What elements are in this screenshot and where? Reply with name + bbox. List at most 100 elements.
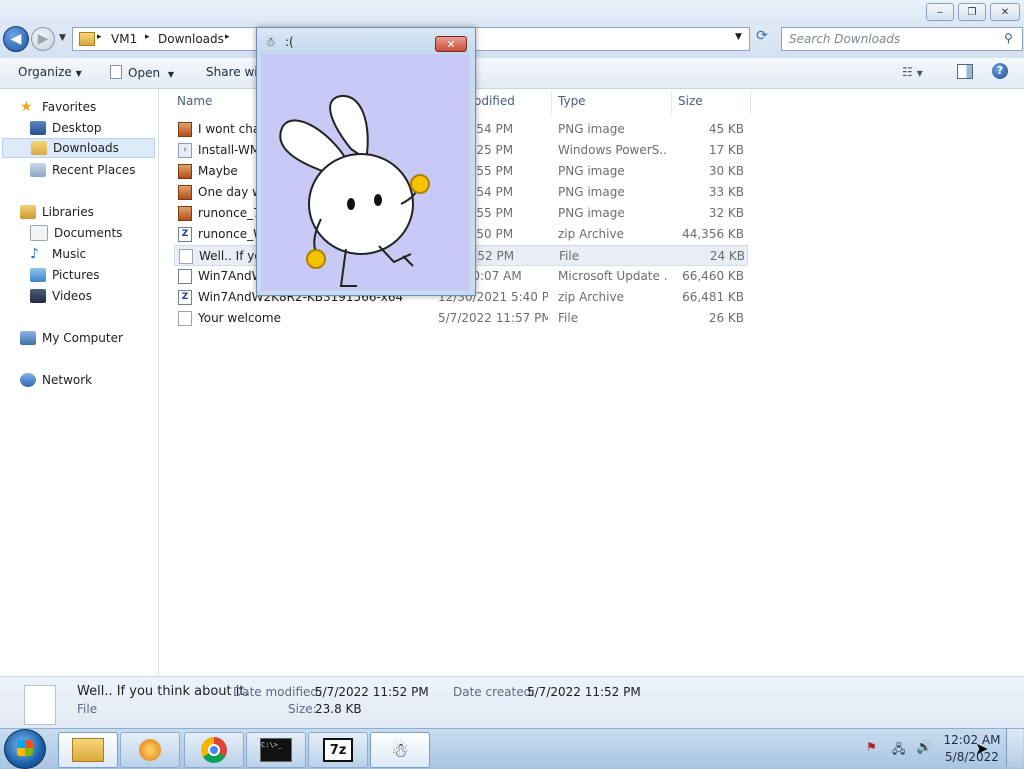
volume-icon[interactable]: 🔊 <box>916 740 932 755</box>
view-options-icon[interactable]: ☷ ▼ <box>902 65 923 79</box>
address-dropdown-icon[interactable]: ▼ <box>735 32 742 42</box>
taskbar-bunny-app[interactable]: ☃ <box>370 732 430 768</box>
show-desktop-button[interactable] <box>1006 729 1023 767</box>
documents-icon <box>30 225 48 241</box>
taskbar-chrome[interactable] <box>184 732 244 768</box>
help-icon[interactable]: ? <box>992 63 1008 79</box>
file-size: 26 KB <box>708 311 744 325</box>
clock-time[interactable]: 12:02 AM <box>943 733 1001 747</box>
file-type: File <box>558 311 579 325</box>
png-icon <box>178 206 192 221</box>
taskbar-explorer[interactable] <box>58 732 118 768</box>
computer-icon <box>20 331 36 345</box>
column-divider[interactable] <box>750 90 751 114</box>
nav-libraries[interactable]: Libraries <box>20 202 94 222</box>
bunny-taskbar-icon: ☃ <box>391 738 409 762</box>
close-button[interactable]: ✕ <box>990 3 1020 21</box>
maximize-button[interactable]: ❐ <box>958 3 986 21</box>
recent-places-icon <box>30 163 46 177</box>
details-pane: Well.. If you think about it. File Date … <box>0 676 1024 729</box>
file-type: Windows PowerS... <box>558 143 668 157</box>
file-icon <box>178 311 192 326</box>
nav-videos[interactable]: Videos <box>30 286 92 306</box>
details-date-created: 5/7/2022 11:52 PM <box>527 685 641 699</box>
nav-recent-places[interactable]: Recent Places <box>30 160 135 180</box>
nav-network[interactable]: Network <box>20 370 92 390</box>
popup-title: :( <box>285 35 294 49</box>
bunny-image <box>279 94 430 287</box>
organize-button[interactable]: Organize ▼ <box>18 65 82 79</box>
mouse-cursor-icon: ➤ <box>975 739 989 758</box>
search-input[interactable]: Search Downloads ⚲ <box>781 27 1023 51</box>
file-type: zip Archive <box>558 227 624 241</box>
breadcrumb-separator-icon: ▸ <box>97 32 102 42</box>
png-icon <box>178 122 192 137</box>
file-size: 32 KB <box>708 206 744 220</box>
videos-icon <box>30 289 46 303</box>
file-size: 33 KB <box>708 185 744 199</box>
breadcrumb-vm1[interactable]: VM1 <box>111 32 137 46</box>
clock-date[interactable]: 5/8/2022 <box>943 750 1001 764</box>
file-type: PNG image <box>558 206 625 220</box>
forward-button[interactable]: ▶ <box>31 27 55 51</box>
explorer-folder-icon <box>72 738 104 762</box>
details-date-modified-label: Date modified: <box>233 685 323 699</box>
zip-icon: Z <box>178 290 192 305</box>
column-divider[interactable] <box>671 90 672 114</box>
window-titlebar <box>0 0 1024 26</box>
file-type: PNG image <box>558 164 625 178</box>
recent-pages-dropdown-icon[interactable]: ▼ <box>59 33 66 43</box>
minimize-button[interactable]: ‒ <box>926 3 954 21</box>
taskbar-media-player[interactable] <box>120 732 180 768</box>
details-size: 23.8 KB <box>315 702 362 716</box>
pictures-icon <box>30 268 46 282</box>
breadcrumb-downloads[interactable]: Downloads <box>158 32 224 46</box>
nav-music[interactable]: ♪ Music <box>30 244 86 264</box>
downloads-folder-icon <box>31 141 47 155</box>
nav-pictures[interactable]: Pictures <box>30 265 100 285</box>
popup-titlebar[interactable]: ☃ :( ✕ <box>257 28 475 54</box>
nav-desktop[interactable]: Desktop <box>30 118 102 138</box>
back-button[interactable]: ◀ <box>3 26 29 52</box>
popup-close-button[interactable]: ✕ <box>435 36 467 52</box>
file-size: 66,460 KB <box>682 269 744 283</box>
column-divider[interactable] <box>551 90 552 114</box>
network-tray-icon[interactable]: 🖧 <box>892 740 905 761</box>
taskbar-7zip[interactable]: 7z <box>308 732 368 768</box>
desktop-icon <box>30 121 46 135</box>
nav-my-computer[interactable]: My Computer <box>20 328 123 348</box>
nav-documents[interactable]: Documents <box>30 223 122 243</box>
start-orb-icon[interactable] <box>4 729 46 769</box>
search-placeholder: Search Downloads <box>789 32 901 46</box>
column-header-date-modified[interactable]: odified <box>474 94 515 108</box>
details-size-label: Size: <box>288 702 317 716</box>
column-header-type[interactable]: Type <box>558 94 586 108</box>
windows-logo-icon <box>17 740 33 756</box>
preview-pane-icon[interactable] <box>957 64 973 79</box>
refresh-icon[interactable]: ⟳ <box>752 28 772 48</box>
file-row[interactable]: Your welcome 5/7/2022 11:57 PM File 26 K… <box>174 308 748 329</box>
bunny-eye-icon <box>374 194 382 206</box>
column-header-size[interactable]: Size <box>678 94 703 108</box>
zip-icon: Z <box>178 227 192 242</box>
taskbar-cmd[interactable]: C:\>_ <box>246 732 306 768</box>
file-type: File <box>559 249 580 263</box>
file-type: zip Archive <box>558 290 624 304</box>
file-type: PNG image <box>558 122 625 136</box>
details-date-created-label: Date created: <box>453 685 536 699</box>
file-size: 24 KB <box>709 249 745 263</box>
chrome-icon <box>201 737 227 763</box>
open-button[interactable]: Open ▼ <box>110 65 174 80</box>
popup-window[interactable]: ☃ :( ✕ <box>256 27 476 296</box>
search-icon[interactable]: ⚲ <box>1004 31 1013 45</box>
back-arrow-icon: ◀ <box>10 31 22 47</box>
file-name: Your welcome <box>198 311 281 325</box>
png-icon <box>178 164 192 179</box>
action-center-flag-icon[interactable]: ⚑ <box>866 740 877 754</box>
nav-favorites[interactable]: ★ Favorites <box>20 97 96 117</box>
msu-icon <box>178 269 192 284</box>
details-date-modified: 5/7/2022 11:52 PM <box>315 685 429 699</box>
nav-downloads[interactable]: Downloads <box>2 138 155 158</box>
column-header-name[interactable]: Name <box>177 94 212 108</box>
file-type: Microsoft Update ... <box>558 269 668 283</box>
